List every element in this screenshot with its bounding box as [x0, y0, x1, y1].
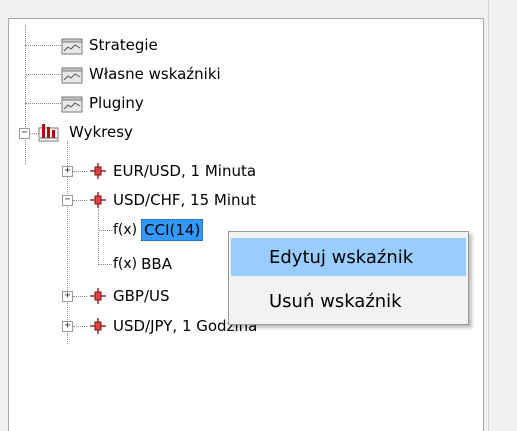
tree-guide-line: [98, 264, 112, 265]
tree-item-chart-usdchf[interactable]: USD/CHF, 15 Minut: [89, 190, 256, 210]
charts-icon: [38, 124, 59, 142]
expand-toggle[interactable]: +: [62, 166, 73, 177]
chart-instrument-icon: [90, 192, 106, 208]
function-icon: f(x): [113, 256, 138, 272]
menu-item-delete-indicator[interactable]: Usuń wskaźnik: [231, 282, 466, 320]
chart-folder-icon: [61, 38, 83, 55]
chart-folder-icon: [61, 96, 83, 113]
tree-item-label: USD/CHF, 15 Minut: [113, 191, 256, 209]
tree-view[interactable]: Strategie Własne wskaźniki Pluginy − Wyk…: [8, 18, 484, 431]
tree-item-label: Strategie: [89, 36, 158, 54]
tree-item-indicator-cci[interactable]: f(x) CCI(14): [113, 219, 204, 241]
collapse-toggle[interactable]: −: [19, 128, 30, 139]
collapse-toggle[interactable]: −: [62, 195, 73, 206]
expand-toggle[interactable]: +: [62, 291, 73, 302]
tree-guide-line: [98, 209, 99, 265]
chart-instrument-icon: [90, 163, 106, 179]
tree-item-label: GBP/US: [113, 287, 170, 305]
menu-item-label: Usuń wskaźnik: [269, 290, 402, 312]
tree-guide-line: [73, 200, 87, 201]
tree-item-chart-gbpusd[interactable]: GBP/US: [89, 286, 170, 306]
context-menu: Edytuj wskaźnik Usuń wskaźnik: [228, 231, 469, 325]
chart-folder-icon: [61, 67, 83, 84]
menu-item-label: Edytuj wskaźnik: [269, 246, 414, 268]
tree-item-label: Pluginy: [89, 94, 144, 112]
panel-divider[interactable]: [488, 0, 489, 431]
tree-guide-line: [73, 171, 87, 172]
tree-item-label: Własne wskaźniki: [89, 65, 221, 83]
tree-item-label: EUR/USD, 1 Minuta: [113, 162, 257, 180]
tree-item-strategies[interactable]: Strategie: [61, 35, 158, 55]
tree-item-label: CCI(14): [141, 219, 204, 241]
menu-item-edit-indicator[interactable]: Edytuj wskaźnik: [231, 238, 466, 276]
tree-guide-line: [98, 230, 112, 231]
tree-item-own-indicators[interactable]: Własne wskaźniki: [61, 64, 221, 84]
tree-guide-line: [25, 74, 65, 75]
tree-guide-line: [73, 296, 87, 297]
chart-instrument-icon: [90, 318, 106, 334]
function-icon: f(x): [113, 222, 138, 238]
tree-item-label: Wykresy: [69, 123, 133, 141]
tree-item-plugins[interactable]: Pluginy: [61, 93, 144, 113]
tree-guide-line: [73, 326, 87, 327]
tree-item-label: BBA: [141, 255, 172, 273]
tree-item-charts[interactable]: Wykresy: [37, 122, 133, 142]
chart-instrument-icon: [90, 288, 106, 304]
tree-guide-line: [25, 25, 26, 165]
tree-guide-line: [25, 45, 65, 46]
expand-toggle[interactable]: +: [62, 321, 73, 332]
tree-item-indicator-bba[interactable]: f(x) BBA: [113, 254, 172, 274]
tree-item-chart-eurusd[interactable]: EUR/USD, 1 Minuta: [89, 161, 256, 181]
tree-guide-line: [25, 103, 65, 104]
